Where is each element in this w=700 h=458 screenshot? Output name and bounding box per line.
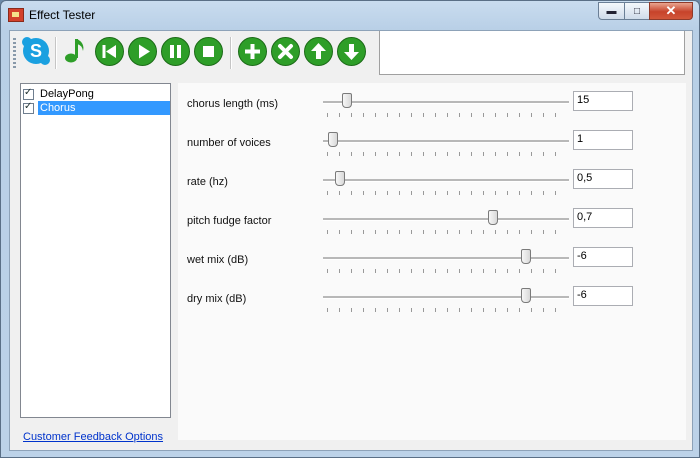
slider-thumb[interactable] (521, 249, 532, 264)
toolbar-separator (230, 37, 232, 69)
effect-checkbox[interactable] (23, 87, 34, 100)
move-up-icon (304, 37, 333, 66)
pitch-fudge-factor-field[interactable]: 0,7 (573, 208, 633, 228)
slider-track (323, 179, 569, 182)
play-button[interactable] (128, 37, 157, 66)
slider-ticks (327, 230, 565, 234)
effect-label: DelayPong (40, 88, 94, 100)
toolbar-separator (55, 37, 57, 69)
maximize-button[interactable]: □ (624, 2, 650, 20)
pause-icon (161, 37, 190, 66)
customer-feedback-link[interactable]: Customer Feedback Options (23, 431, 163, 443)
slider-track (323, 218, 569, 221)
title-bar[interactable]: Effect Tester ▬ □ ✕ (1, 1, 699, 29)
number-of-voices-slider[interactable] (323, 129, 569, 157)
slider-thumb[interactable] (488, 210, 499, 225)
music-note-button[interactable] (61, 35, 90, 64)
svg-text:S: S (30, 41, 42, 61)
slider-track (323, 296, 569, 299)
remove-icon (271, 37, 300, 66)
stop-icon (194, 37, 223, 66)
slider-thumb[interactable] (334, 171, 345, 186)
add-effect-button[interactable] (238, 37, 267, 66)
param-label-pitch-fudge-factor: pitch fudge factor (187, 215, 272, 227)
remove-effect-button[interactable] (271, 37, 300, 66)
stop-button[interactable] (194, 37, 223, 66)
rewind-button[interactable] (95, 37, 124, 66)
param-label-chorus-length: chorus length (ms) (187, 98, 279, 110)
param-label-wet-mix: wet mix (dB) (187, 254, 249, 266)
slider-thumb[interactable] (521, 288, 532, 303)
param-label-rate: rate (hz) (187, 176, 228, 188)
slider-ticks (327, 152, 565, 156)
effect-list[interactable]: DelayPong Chorus (20, 83, 171, 418)
skype-button[interactable]: S (21, 36, 51, 66)
effect-checkbox[interactable] (23, 101, 34, 114)
param-label-number-of-voices: number of voices (187, 137, 271, 149)
slider-ticks (327, 269, 565, 273)
number-of-voices-field[interactable]: 1 (573, 130, 633, 150)
minimize-button[interactable]: ▬ (598, 2, 625, 20)
window-title: Effect Tester (29, 8, 96, 22)
slider-track (323, 101, 569, 104)
param-label-dry-mix: dry mix (dB) (187, 293, 247, 305)
move-up-button[interactable] (304, 37, 333, 66)
list-item-chorus[interactable]: Chorus (23, 101, 170, 115)
slider-ticks (327, 113, 565, 117)
chorus-length-slider[interactable] (323, 90, 569, 118)
slider-ticks (327, 191, 565, 195)
effect-tester-window: Effect Tester ▬ □ ✕ S ✓ DelayPong ✓ Chor… (0, 0, 700, 458)
move-down-icon (337, 37, 366, 66)
list-item-delaypong[interactable]: DelayPong (23, 87, 96, 101)
wet-mix-field[interactable]: -6 (573, 247, 633, 267)
slider-track (323, 140, 569, 143)
add-icon (238, 37, 267, 66)
dry-mix-field[interactable]: -6 (573, 286, 633, 306)
toolbar: S (11, 32, 379, 76)
slider-thumb[interactable] (341, 93, 352, 108)
play-icon (128, 37, 157, 66)
music-note-icon (65, 39, 84, 63)
effect-label: Chorus (38, 101, 170, 115)
pitch-fudge-factor-slider[interactable] (323, 207, 569, 235)
move-down-button[interactable] (337, 37, 366, 66)
slider-track (323, 257, 569, 260)
slider-thumb[interactable] (327, 132, 338, 147)
wet-mix-slider[interactable] (323, 246, 569, 274)
toolbar-grip-icon[interactable] (13, 38, 16, 70)
client-area: S ✓ DelayPong ✓ Chorus Customer Feedback… (9, 30, 693, 451)
chorus-length-field[interactable]: 15 (573, 91, 633, 111)
app-icon (8, 8, 24, 22)
rate-slider[interactable] (323, 168, 569, 196)
pause-button[interactable] (161, 37, 190, 66)
parameter-panel: chorus length (ms) 15 number of voices 1… (178, 83, 686, 440)
skype-icon: S (22, 37, 50, 65)
rate-field[interactable]: 0,5 (573, 169, 633, 189)
slider-ticks (327, 308, 565, 312)
close-button[interactable]: ✕ (649, 2, 693, 20)
rewind-icon (95, 37, 124, 66)
dry-mix-slider[interactable] (323, 285, 569, 313)
output-panel[interactable] (379, 31, 685, 75)
